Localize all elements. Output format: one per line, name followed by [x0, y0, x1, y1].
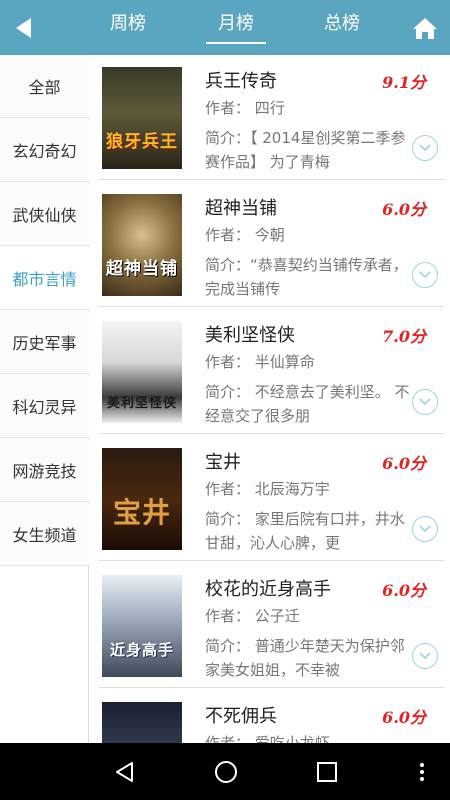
cover-title: 狼牙兵王 [106, 132, 178, 152]
cover-title: 近身高手 [109, 641, 174, 659]
sidebar-item-female[interactable]: 女生频道 [0, 503, 89, 566]
book-score: 9.1分 [382, 73, 426, 92]
expand-button[interactable] [412, 643, 438, 669]
nav-menu-button[interactable] [394, 743, 450, 800]
home-button[interactable] [400, 0, 450, 55]
chevron-down-icon [419, 525, 431, 533]
book-author: 作者： 公子迁 [205, 607, 300, 625]
chevron-down-icon [419, 652, 431, 660]
book-author: 作者： 北辰海万宇 [205, 480, 330, 498]
book-cover: 超神当铺 [102, 194, 182, 296]
cover-title: 超神当铺 [106, 259, 178, 279]
nav-back-button[interactable] [90, 743, 160, 800]
book-score: 6.0分 [382, 200, 426, 219]
book-title: 美利坚怪侠 [205, 325, 295, 346]
book-title: 宝井 [205, 452, 241, 473]
nav-home-button[interactable] [191, 743, 261, 800]
home-icon [413, 17, 437, 39]
book-cover: 近身高手 [102, 575, 182, 677]
nav-menu-icon [420, 762, 424, 781]
list-item[interactable]: 超神当铺 超神当铺 6.0分 作者： 今朝 简介：“恭喜契约当铺传承者，完成当铺… [99, 182, 444, 307]
expand-button[interactable] [412, 135, 438, 161]
book-author: 作者： 今朝 [205, 226, 285, 244]
cover-title: 宝井 [112, 496, 171, 529]
book-title: 超神当铺 [205, 198, 277, 219]
book-intro: 简介： 家里后院有口井，井水甘甜，沁人心脾，更 [205, 510, 405, 552]
sidebar-item-history[interactable]: 历史军事 [0, 311, 89, 374]
expand-button[interactable] [412, 262, 438, 288]
tab-total[interactable]: 总榜 [312, 12, 372, 44]
nav-recents-icon [317, 761, 337, 782]
expand-button[interactable] [412, 389, 438, 415]
sidebar-item-scifi[interactable]: 科幻灵异 [0, 375, 89, 438]
system-nav-bar [0, 743, 450, 800]
book-list: 狼牙兵王 兵王传奇 9.1分 作者： 四行 简介：【 2014星创奖第二季参赛作… [89, 55, 450, 743]
expand-button[interactable] [412, 516, 438, 542]
book-cover [102, 702, 182, 743]
book-intro: 简介：【 2014星创奖第二季参赛作品】 为了青梅 [205, 129, 406, 171]
list-item[interactable]: 近身高手 校花的近身高手 6.0分 作者： 公子迁 简介： 普通少年楚天为保护邻… [99, 563, 444, 688]
book-title: 不死佣兵 [205, 706, 277, 727]
sidebar-item-all[interactable]: 全部 [0, 55, 89, 118]
book-author: 作者： 四行 [205, 99, 285, 117]
chevron-down-icon [419, 271, 431, 279]
chevron-down-icon [419, 398, 431, 406]
book-title: 兵王传奇 [205, 71, 277, 92]
sidebar-item-urban[interactable]: 都市言情 [0, 247, 89, 310]
book-author: 作者： 爱吃小龙虾 [205, 734, 330, 743]
back-arrow-icon [15, 17, 31, 38]
back-button[interactable] [0, 0, 46, 55]
book-score: 6.0分 [382, 708, 426, 727]
list-item[interactable]: 不死佣兵 6.0分 作者： 爱吃小龙虾 [99, 690, 444, 743]
chevron-down-icon [419, 144, 431, 152]
cover-title: 美利坚怪侠 [106, 396, 177, 411]
book-cover: 宝井 [102, 448, 182, 550]
book-author: 作者： 半仙算命 [205, 353, 315, 371]
book-cover: 狼牙兵王 [102, 67, 182, 169]
nav-recents-button[interactable] [292, 743, 362, 800]
nav-home-icon [215, 760, 237, 783]
nav-back-icon [116, 761, 133, 782]
book-score: 6.0分 [382, 581, 426, 600]
book-score: 6.0分 [382, 454, 426, 473]
book-title: 校花的近身高手 [205, 579, 331, 600]
tab-weekly[interactable]: 周榜 [98, 12, 158, 44]
book-score: 7.0分 [382, 327, 426, 346]
book-intro: 简介：“恭喜契约当铺传承者，完成当铺传 [205, 256, 408, 298]
list-item[interactable]: 美利坚怪侠 美利坚怪侠 7.0分 作者： 半仙算命 简介： 不经意去了美利坚。 … [99, 309, 444, 434]
tab-monthly[interactable]: 月榜 [206, 12, 266, 44]
list-item[interactable]: 宝井 宝井 6.0分 作者： 北辰海万宇 简介： 家里后院有口井，井水甘甜，沁人… [99, 436, 444, 561]
sidebar-item-wuxia[interactable]: 武侠仙侠 [0, 183, 89, 246]
list-item[interactable]: 狼牙兵王 兵王传奇 9.1分 作者： 四行 简介：【 2014星创奖第二季参赛作… [99, 55, 444, 180]
top-bar: 周榜 月榜 总榜 [0, 0, 450, 55]
book-intro: 简介： 普通少年楚天为保护邻家美女姐姐，不幸被 [205, 637, 405, 679]
sidebar-item-games[interactable]: 网游竞技 [0, 439, 89, 502]
book-intro: 简介： 不经意去了美利坚。 不经意交了很多朋 [205, 383, 410, 425]
book-cover: 美利坚怪侠 [102, 321, 182, 423]
category-sidebar: 全部 玄幻奇幻 武侠仙侠 都市言情 历史军事 科幻灵异 网游竞技 女生频道 [0, 55, 89, 743]
sidebar-item-fantasy[interactable]: 玄幻奇幻 [0, 119, 89, 182]
